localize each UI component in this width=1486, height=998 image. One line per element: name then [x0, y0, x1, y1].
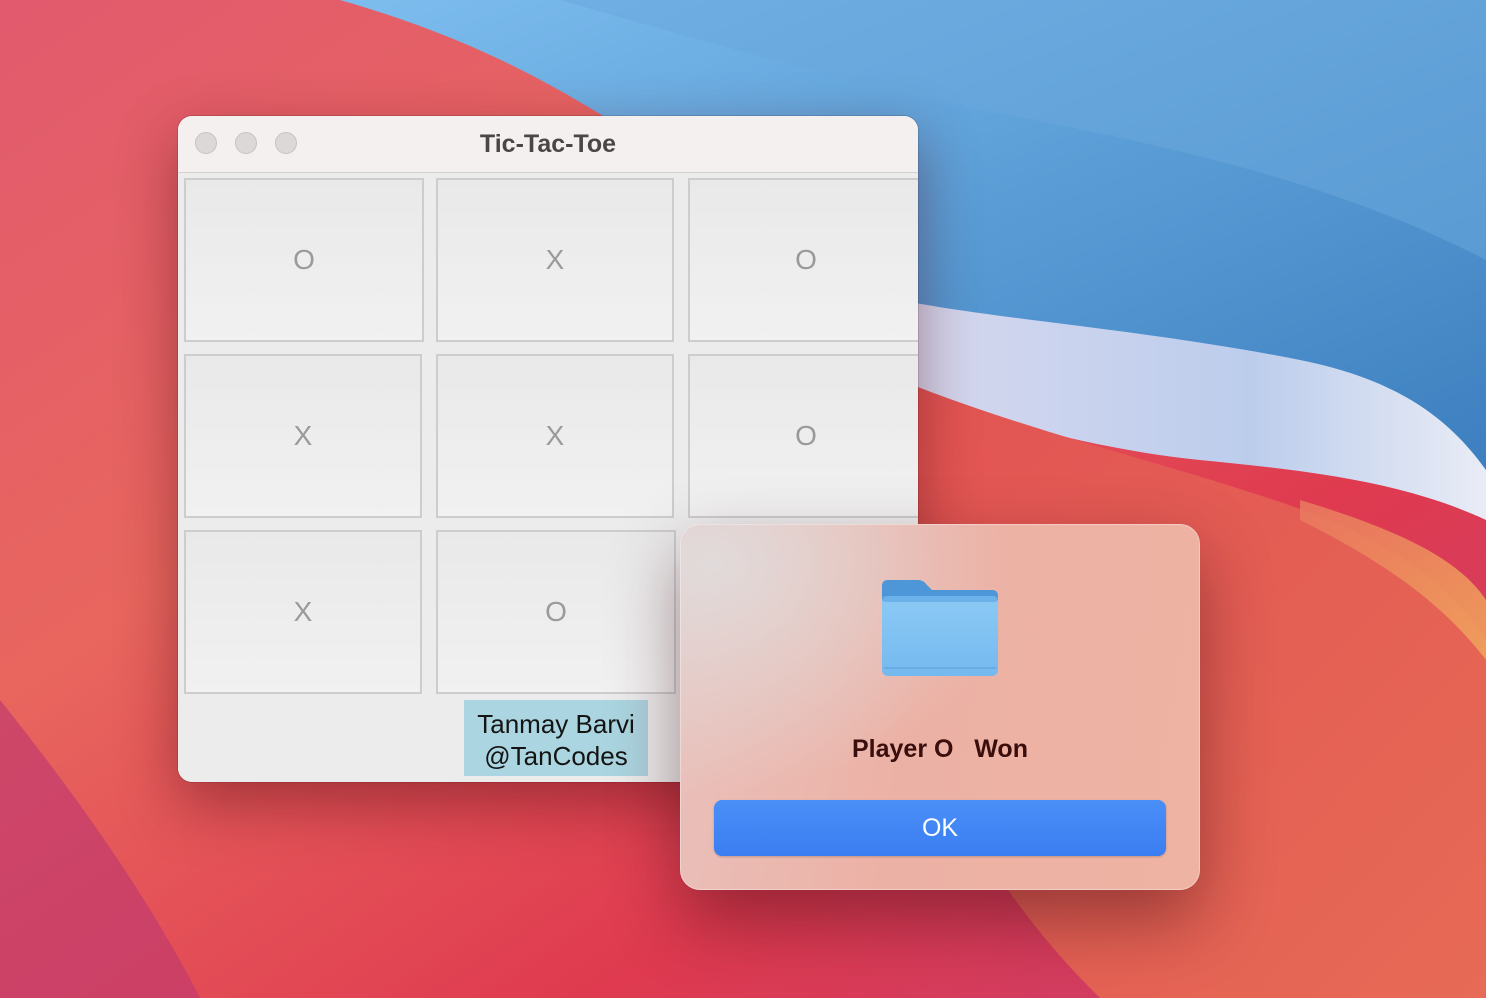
credit-handle: @TanCodes: [484, 741, 628, 771]
window-title: Tic-Tac-Toe: [479, 130, 617, 158]
folder-icon: [882, 580, 998, 676]
board-cell-4[interactable]: X: [184, 354, 422, 518]
credit-label: Tanmay Barvi @TanCodes: [464, 700, 648, 776]
board-cell-5[interactable]: X: [436, 354, 674, 518]
alert-dialog: Player O Won OK: [680, 524, 1200, 890]
dialog-message: Player O Won: [852, 735, 1028, 763]
board-cell-8[interactable]: O: [436, 530, 676, 694]
title-bar[interactable]: Tic-Tac-Toe: [178, 116, 918, 173]
credit-name: Tanmay Barvi: [477, 709, 635, 739]
board-cell-6[interactable]: O: [688, 354, 918, 518]
board-cell-2[interactable]: X: [436, 178, 674, 342]
ok-button[interactable]: OK: [714, 800, 1166, 856]
board-cell-7[interactable]: X: [184, 530, 422, 694]
board-cell-1[interactable]: O: [184, 178, 424, 342]
board-cell-3[interactable]: O: [688, 178, 918, 342]
